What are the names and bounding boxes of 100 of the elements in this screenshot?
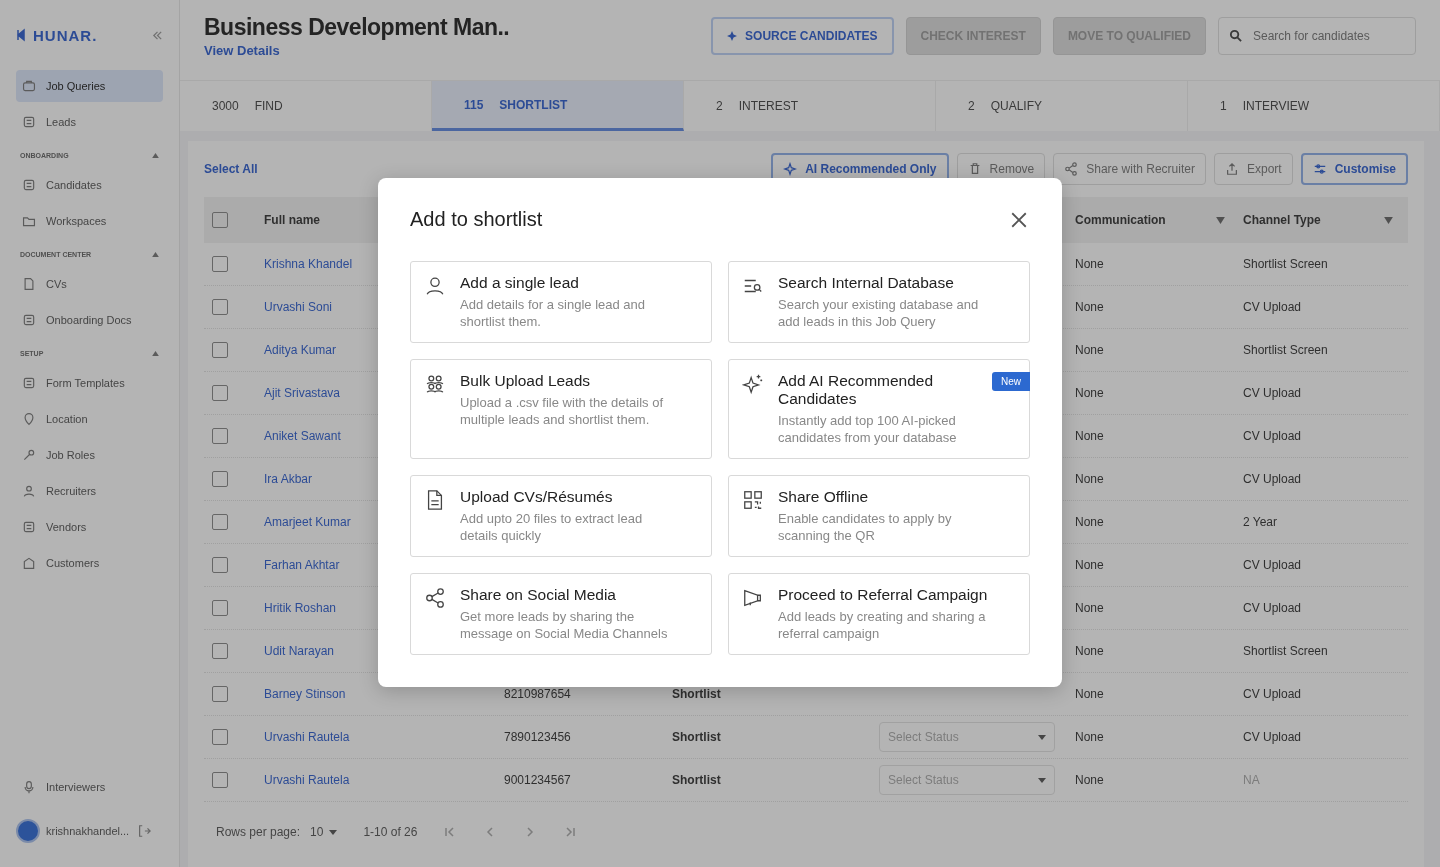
page-range: 1-10 of 26 — [363, 825, 418, 839]
sidebar-item[interactable]: Recruiters — [16, 475, 163, 507]
logout-icon[interactable] — [137, 824, 152, 838]
sparkle-icon — [727, 31, 738, 41]
sidebar-item[interactable]: Leads — [16, 106, 163, 138]
table-cell: Shortlist Screen — [1243, 257, 1328, 271]
candidate-link[interactable]: Urvashi Rautela — [264, 773, 350, 787]
option-card[interactable]: Search Internal Database Search your existing database and add leads in this Job Query — [728, 261, 1030, 343]
stage-tab[interactable]: 115 SHORTLIST — [432, 81, 684, 131]
sidebar-item[interactable]: Candidates — [16, 169, 163, 201]
rows-per-page-label: Rows per page: — [216, 825, 301, 839]
candidate-link[interactable]: Urvashi Soni — [264, 300, 333, 314]
collapse-icon[interactable] — [152, 29, 163, 41]
toolbar-button[interactable]: Share with Recruiter — [1053, 153, 1206, 185]
rows-per-page-select[interactable]: 10 — [310, 825, 338, 839]
candidate-link[interactable]: Ajit Srivastava — [264, 386, 341, 400]
checkbox[interactable] — [212, 557, 228, 573]
option-card[interactable]: Share on Social Media Get more leads by sharing the message on Social Media Channels — [410, 573, 712, 655]
table-cell: CV Upload — [1243, 730, 1302, 744]
list-icon — [22, 313, 36, 327]
sidebar-item[interactable]: CVs — [16, 268, 163, 300]
filter-icon[interactable] — [1216, 216, 1225, 224]
stage-tab[interactable]: 2 INTEREST — [684, 81, 936, 131]
sidebar-item[interactable]: Location — [16, 403, 163, 435]
checkbox[interactable] — [212, 212, 228, 228]
table-cell: 8210987654 — [504, 687, 571, 701]
qr-code-icon — [742, 489, 764, 511]
checkbox[interactable] — [212, 514, 228, 530]
sidebar-item[interactable]: Form Templates — [16, 367, 163, 399]
table-cell: Shortlist — [672, 730, 721, 744]
candidate-link[interactable]: Amarjeet Kumar — [264, 515, 351, 529]
folder-icon — [22, 214, 36, 228]
candidate-link[interactable]: Farhan Akhtar — [264, 558, 340, 572]
checkbox[interactable] — [212, 471, 228, 487]
building-icon — [22, 556, 36, 570]
sidebar-item[interactable]: Workspaces — [16, 205, 163, 237]
candidate-link[interactable]: Krishna Khandel — [264, 257, 353, 271]
option-card[interactable]: Share Offline Enable candidates to apply by scanning the QR — [728, 475, 1030, 557]
candidate-link[interactable]: Hritik Roshan — [264, 601, 337, 615]
table-cell: CV Upload — [1243, 601, 1302, 615]
checkbox[interactable] — [212, 342, 228, 358]
table-cell: CV Upload — [1243, 300, 1302, 314]
checkbox[interactable] — [212, 729, 228, 745]
option-card[interactable]: Proceed to Referral Campaign Add leads by creating and sharing a referral campaign — [728, 573, 1030, 655]
toolbar-button[interactable]: Customise — [1300, 153, 1408, 185]
table-cell: None — [1075, 687, 1104, 701]
filter-icon[interactable] — [1384, 216, 1393, 224]
candidate-link[interactable]: Ira Akbar — [264, 472, 313, 486]
candidate-link[interactable]: Udit Narayan — [264, 644, 335, 658]
export-icon — [1224, 162, 1239, 176]
option-title: Upload CVs/Résumés — [460, 488, 614, 506]
option-title: Share on Social Media — [460, 586, 617, 604]
caret-icon[interactable] — [152, 252, 159, 257]
table-cell: NA — [1243, 773, 1260, 787]
option-card[interactable]: Upload CVs/Résumés Add upto 20 files to extract lead details quickly — [410, 475, 712, 557]
select-all-link[interactable]: Select All — [204, 162, 258, 176]
checkbox[interactable] — [212, 600, 228, 616]
checkbox[interactable] — [212, 643, 228, 659]
checkbox[interactable] — [212, 428, 228, 444]
list-icon — [22, 376, 36, 390]
table-cell: None — [1075, 300, 1104, 314]
close-icon[interactable] — [1010, 210, 1028, 229]
sidebar-item[interactable]: Interviewers — [16, 771, 163, 803]
candidate-link[interactable]: Urvashi Rautela — [264, 730, 350, 744]
action-button[interactable]: SOURCE CANDIDATES — [711, 17, 894, 55]
checkbox[interactable] — [212, 686, 228, 702]
search-field[interactable]: Search for candidates — [1218, 17, 1416, 55]
caret-icon[interactable] — [152, 153, 159, 158]
sidebar-item[interactable]: Job Roles — [16, 439, 163, 471]
candidate-link[interactable]: Aniket Sawant — [264, 429, 341, 443]
toolbar-button[interactable]: Export — [1213, 153, 1293, 185]
dialog-title: Add to shortlist — [410, 208, 543, 231]
stage-tab[interactable]: 2 QUALIFY — [936, 81, 1188, 131]
avatar[interactable] — [16, 819, 40, 843]
option-card[interactable]: Add AI Recommended Candidates Instantly add top 100 AI-picked candidates from your database New — [728, 359, 1030, 459]
option-title: Add a single lead — [460, 274, 580, 292]
option-card[interactable]: Add a single lead Add details for a single lead and shortlist them. — [410, 261, 712, 343]
column-header[interactable]: Channel Type — [1243, 213, 1321, 227]
logo: HUNAR. — [16, 26, 98, 44]
sidebar-item[interactable]: Onboarding Docs — [16, 304, 163, 336]
document-icon — [22, 277, 36, 291]
candidate-link[interactable]: Barney Stinson — [264, 687, 346, 701]
checkbox[interactable] — [212, 299, 228, 315]
table-cell: CV Upload — [1243, 386, 1302, 400]
sidebar-item[interactable]: Job Queries — [16, 70, 163, 102]
column-header[interactable]: Communication — [1075, 213, 1166, 227]
option-card[interactable]: Bulk Upload Leads Upload a .csv file with the details of multiple leads and shortlist them. — [410, 359, 712, 459]
caret-icon[interactable] — [152, 351, 159, 356]
checkbox[interactable] — [212, 772, 228, 788]
candidate-link[interactable]: Aditya Kumar — [264, 343, 337, 357]
sidebar-item[interactable]: Customers — [16, 547, 163, 579]
new-badge: New — [992, 372, 1030, 391]
checkbox[interactable] — [212, 385, 228, 401]
view-details-link[interactable]: View Details — [204, 43, 510, 58]
table-cell: Shortlist Screen — [1243, 644, 1328, 658]
checkbox[interactable] — [212, 256, 228, 272]
sidebar-item[interactable]: Vendors — [16, 511, 163, 543]
last-page-icon[interactable] — [563, 825, 578, 839]
stage-tab[interactable]: 1 INTERVIEW — [1188, 81, 1440, 131]
option-description: Add upto 20 files to extract lead details quickly — [460, 510, 644, 544]
